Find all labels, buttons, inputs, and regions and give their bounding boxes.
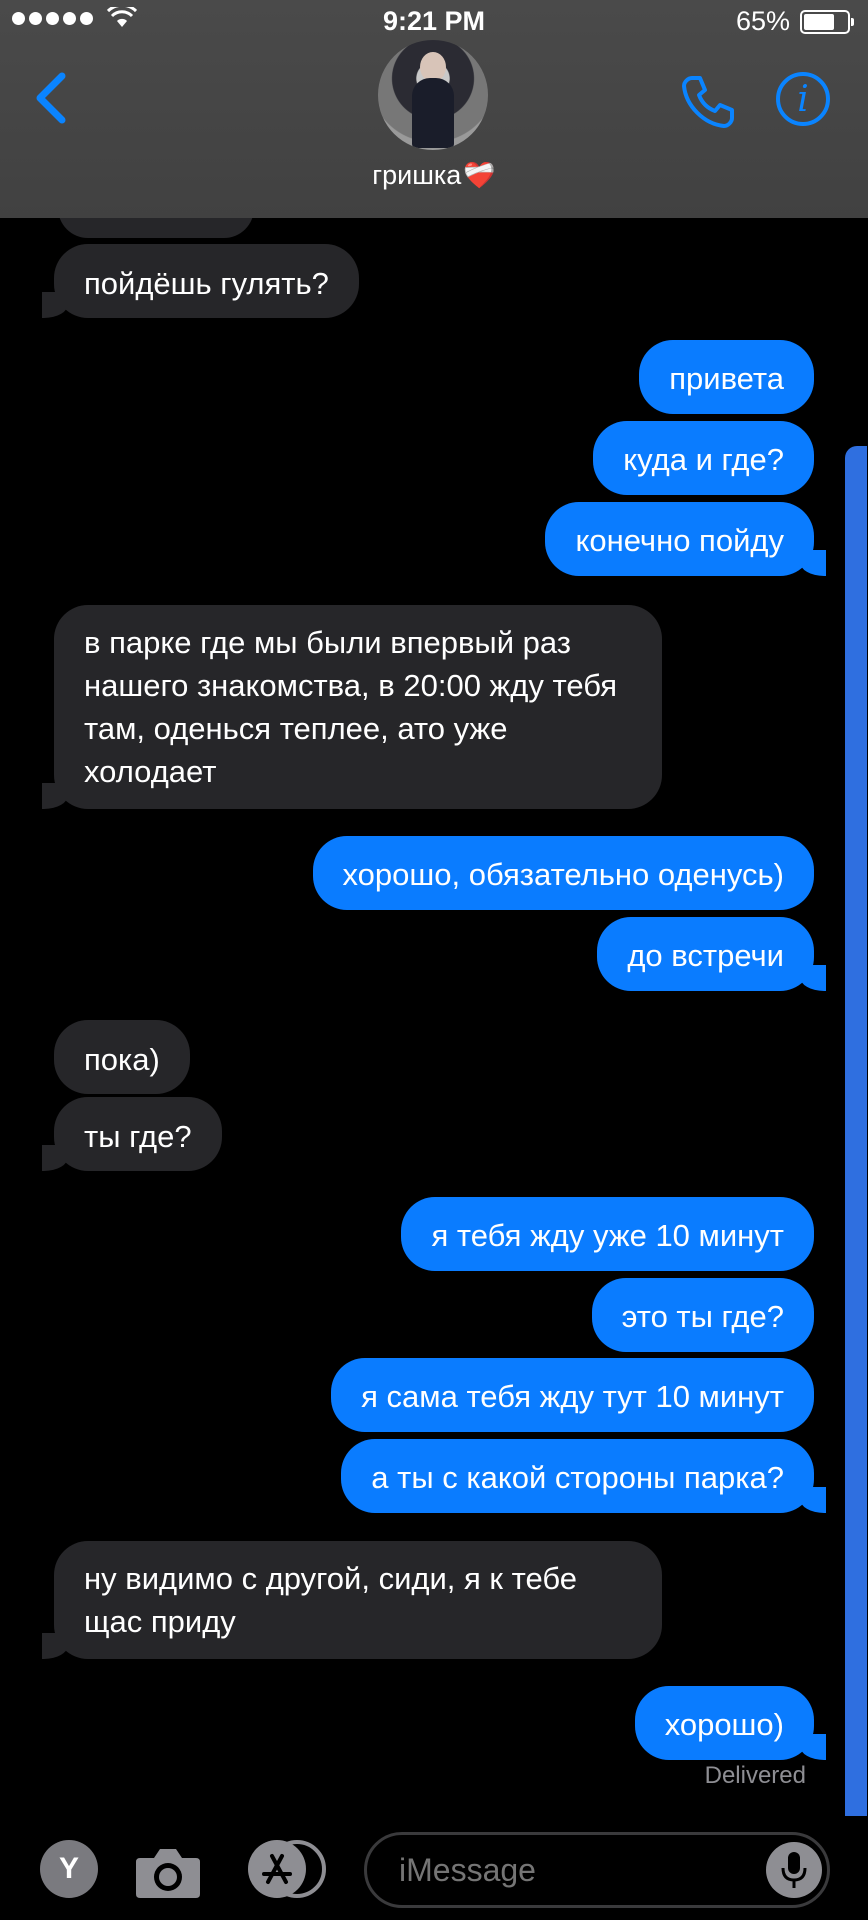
- message-bubble-incoming[interactable]: в парке где мы были впервый раз нашего з…: [42, 605, 662, 809]
- battery-percent: 65%: [735, 6, 790, 36]
- battery-icon: [800, 9, 854, 34]
- microphone-icon: [781, 1852, 807, 1888]
- message-bubble-outgoing[interactable]: хорошо, обязательно оденусь): [312, 836, 814, 910]
- app-y-button[interactable]: Y: [40, 1840, 98, 1898]
- message-bubble-outgoing[interactable]: а ты с какой стороны парка?: [341, 1439, 826, 1513]
- message-bubble-outgoing[interactable]: куда и где?: [593, 421, 814, 495]
- imessage-input[interactable]: [364, 1832, 830, 1908]
- delivery-status: Delivered: [704, 1762, 806, 1789]
- call-button[interactable]: [678, 72, 738, 132]
- message-bubble-outgoing[interactable]: привета: [639, 340, 814, 414]
- contact-avatar[interactable]: [378, 40, 488, 150]
- info-button[interactable]: i: [776, 72, 830, 126]
- message-bubble-incoming[interactable]: ну видимо с другой, сиди, я к тебе щас п…: [42, 1541, 662, 1659]
- message-bubble-outgoing[interactable]: я сама тебя жду тут 10 минут: [331, 1358, 814, 1432]
- phone-icon: [682, 76, 734, 128]
- contact-name-text: гришка: [372, 160, 462, 190]
- message-bubble-incoming[interactable]: ты где?: [42, 1097, 222, 1171]
- heart-emoji: ❤️‍🩹: [463, 160, 496, 190]
- message-bubble-outgoing[interactable]: конечно пойду: [545, 502, 826, 576]
- dictation-button[interactable]: [766, 1842, 822, 1898]
- message-bubble-outgoing[interactable]: я тебя жду уже 10 минут: [401, 1197, 814, 1271]
- chevron-left-icon: [36, 72, 66, 124]
- battery-indicator: 65%: [735, 6, 854, 37]
- camera-button[interactable]: [134, 1844, 202, 1900]
- scroll-indicator[interactable]: [845, 446, 867, 1816]
- contact-name[interactable]: гришка❤️‍🩹: [0, 160, 868, 191]
- message-bubble-outgoing[interactable]: хорошо): [634, 1686, 827, 1760]
- app-store-icon: [262, 1854, 292, 1884]
- info-icon: i: [797, 79, 809, 120]
- messages-screen: гришка❤️‍🩹 i 9:21 PM 65% пойдёшь гулять?…: [0, 0, 868, 1920]
- app-store-button[interactable]: [248, 1840, 306, 1898]
- status-bar: 9:21 PM 65%: [0, 0, 868, 44]
- message-bubble-outgoing[interactable]: до встречи: [597, 917, 826, 991]
- message-bubble-outgoing[interactable]: это ты где?: [591, 1278, 814, 1352]
- message-bubble-incoming[interactable]: пойдёшь гулять?: [42, 244, 359, 318]
- back-button[interactable]: [28, 68, 78, 128]
- message-bubble-incoming[interactable]: пока): [54, 1020, 190, 1094]
- message-composer: Y: [0, 1822, 868, 1920]
- camera-icon: [136, 1849, 200, 1898]
